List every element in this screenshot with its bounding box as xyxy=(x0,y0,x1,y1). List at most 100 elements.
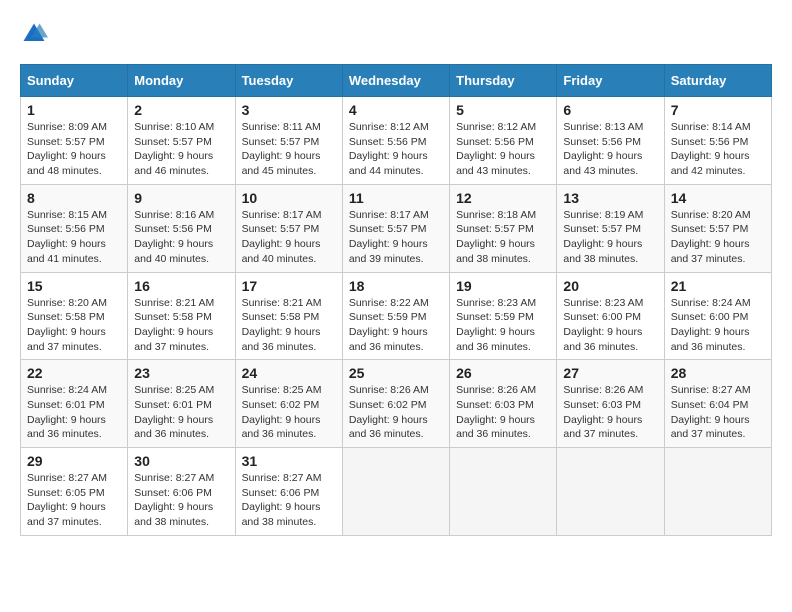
day-number: 30 xyxy=(134,453,228,469)
day-number: 5 xyxy=(456,102,550,118)
day-info: Sunrise: 8:11 AM Sunset: 5:57 PM Dayligh… xyxy=(242,120,336,179)
day-number: 17 xyxy=(242,278,336,294)
calendar-cell: 13 Sunrise: 8:19 AM Sunset: 5:57 PM Dayl… xyxy=(557,184,664,272)
day-info: Sunrise: 8:15 AM Sunset: 5:56 PM Dayligh… xyxy=(27,208,121,267)
day-number: 9 xyxy=(134,190,228,206)
day-info: Sunrise: 8:21 AM Sunset: 5:58 PM Dayligh… xyxy=(242,296,336,355)
calendar-cell: 28 Sunrise: 8:27 AM Sunset: 6:04 PM Dayl… xyxy=(664,360,771,448)
calendar-cell: 26 Sunrise: 8:26 AM Sunset: 6:03 PM Dayl… xyxy=(450,360,557,448)
calendar-header-thursday: Thursday xyxy=(450,65,557,97)
calendar-cell: 29 Sunrise: 8:27 AM Sunset: 6:05 PM Dayl… xyxy=(21,448,128,536)
calendar-cell: 1 Sunrise: 8:09 AM Sunset: 5:57 PM Dayli… xyxy=(21,97,128,185)
day-number: 15 xyxy=(27,278,121,294)
day-number: 16 xyxy=(134,278,228,294)
day-info: Sunrise: 8:25 AM Sunset: 6:01 PM Dayligh… xyxy=(134,383,228,442)
calendar-cell: 19 Sunrise: 8:23 AM Sunset: 5:59 PM Dayl… xyxy=(450,272,557,360)
day-info: Sunrise: 8:27 AM Sunset: 6:06 PM Dayligh… xyxy=(242,471,336,530)
calendar-cell: 25 Sunrise: 8:26 AM Sunset: 6:02 PM Dayl… xyxy=(342,360,449,448)
calendar-cell: 18 Sunrise: 8:22 AM Sunset: 5:59 PM Dayl… xyxy=(342,272,449,360)
calendar-header-saturday: Saturday xyxy=(664,65,771,97)
logo-icon xyxy=(20,20,48,48)
day-number: 7 xyxy=(671,102,765,118)
day-info: Sunrise: 8:26 AM Sunset: 6:02 PM Dayligh… xyxy=(349,383,443,442)
calendar-cell: 4 Sunrise: 8:12 AM Sunset: 5:56 PM Dayli… xyxy=(342,97,449,185)
calendar-header-friday: Friday xyxy=(557,65,664,97)
day-number: 21 xyxy=(671,278,765,294)
day-info: Sunrise: 8:12 AM Sunset: 5:56 PM Dayligh… xyxy=(456,120,550,179)
day-number: 29 xyxy=(27,453,121,469)
day-info: Sunrise: 8:22 AM Sunset: 5:59 PM Dayligh… xyxy=(349,296,443,355)
calendar-cell: 22 Sunrise: 8:24 AM Sunset: 6:01 PM Dayl… xyxy=(21,360,128,448)
day-number: 8 xyxy=(27,190,121,206)
calendar-row: 1 Sunrise: 8:09 AM Sunset: 5:57 PM Dayli… xyxy=(21,97,772,185)
calendar-cell: 16 Sunrise: 8:21 AM Sunset: 5:58 PM Dayl… xyxy=(128,272,235,360)
calendar-header-tuesday: Tuesday xyxy=(235,65,342,97)
day-number: 14 xyxy=(671,190,765,206)
day-number: 20 xyxy=(563,278,657,294)
calendar-header-row: SundayMondayTuesdayWednesdayThursdayFrid… xyxy=(21,65,772,97)
day-info: Sunrise: 8:12 AM Sunset: 5:56 PM Dayligh… xyxy=(349,120,443,179)
calendar-cell: 5 Sunrise: 8:12 AM Sunset: 5:56 PM Dayli… xyxy=(450,97,557,185)
day-info: Sunrise: 8:20 AM Sunset: 5:57 PM Dayligh… xyxy=(671,208,765,267)
day-number: 4 xyxy=(349,102,443,118)
day-info: Sunrise: 8:27 AM Sunset: 6:05 PM Dayligh… xyxy=(27,471,121,530)
day-number: 25 xyxy=(349,365,443,381)
day-info: Sunrise: 8:24 AM Sunset: 6:00 PM Dayligh… xyxy=(671,296,765,355)
day-info: Sunrise: 8:27 AM Sunset: 6:06 PM Dayligh… xyxy=(134,471,228,530)
calendar-cell: 8 Sunrise: 8:15 AM Sunset: 5:56 PM Dayli… xyxy=(21,184,128,272)
day-info: Sunrise: 8:14 AM Sunset: 5:56 PM Dayligh… xyxy=(671,120,765,179)
calendar-cell: 3 Sunrise: 8:11 AM Sunset: 5:57 PM Dayli… xyxy=(235,97,342,185)
calendar-row: 29 Sunrise: 8:27 AM Sunset: 6:05 PM Dayl… xyxy=(21,448,772,536)
calendar-cell xyxy=(450,448,557,536)
day-info: Sunrise: 8:16 AM Sunset: 5:56 PM Dayligh… xyxy=(134,208,228,267)
calendar-cell: 15 Sunrise: 8:20 AM Sunset: 5:58 PM Dayl… xyxy=(21,272,128,360)
calendar-cell: 6 Sunrise: 8:13 AM Sunset: 5:56 PM Dayli… xyxy=(557,97,664,185)
calendar-cell xyxy=(664,448,771,536)
calendar-cell: 21 Sunrise: 8:24 AM Sunset: 6:00 PM Dayl… xyxy=(664,272,771,360)
calendar-header-sunday: Sunday xyxy=(21,65,128,97)
day-number: 27 xyxy=(563,365,657,381)
day-number: 10 xyxy=(242,190,336,206)
calendar-cell: 12 Sunrise: 8:18 AM Sunset: 5:57 PM Dayl… xyxy=(450,184,557,272)
day-number: 31 xyxy=(242,453,336,469)
day-info: Sunrise: 8:09 AM Sunset: 5:57 PM Dayligh… xyxy=(27,120,121,179)
calendar-cell: 31 Sunrise: 8:27 AM Sunset: 6:06 PM Dayl… xyxy=(235,448,342,536)
page-header xyxy=(20,20,772,48)
day-number: 19 xyxy=(456,278,550,294)
day-info: Sunrise: 8:26 AM Sunset: 6:03 PM Dayligh… xyxy=(456,383,550,442)
calendar-cell xyxy=(342,448,449,536)
day-info: Sunrise: 8:23 AM Sunset: 5:59 PM Dayligh… xyxy=(456,296,550,355)
day-number: 1 xyxy=(27,102,121,118)
day-info: Sunrise: 8:10 AM Sunset: 5:57 PM Dayligh… xyxy=(134,120,228,179)
day-number: 2 xyxy=(134,102,228,118)
day-number: 23 xyxy=(134,365,228,381)
day-number: 6 xyxy=(563,102,657,118)
calendar-cell: 27 Sunrise: 8:26 AM Sunset: 6:03 PM Dayl… xyxy=(557,360,664,448)
calendar-table: SundayMondayTuesdayWednesdayThursdayFrid… xyxy=(20,64,772,536)
calendar-cell: 17 Sunrise: 8:21 AM Sunset: 5:58 PM Dayl… xyxy=(235,272,342,360)
calendar-cell: 11 Sunrise: 8:17 AM Sunset: 5:57 PM Dayl… xyxy=(342,184,449,272)
calendar-cell: 20 Sunrise: 8:23 AM Sunset: 6:00 PM Dayl… xyxy=(557,272,664,360)
day-number: 24 xyxy=(242,365,336,381)
calendar-cell: 7 Sunrise: 8:14 AM Sunset: 5:56 PM Dayli… xyxy=(664,97,771,185)
day-number: 3 xyxy=(242,102,336,118)
calendar-cell: 14 Sunrise: 8:20 AM Sunset: 5:57 PM Dayl… xyxy=(664,184,771,272)
calendar-cell: 2 Sunrise: 8:10 AM Sunset: 5:57 PM Dayli… xyxy=(128,97,235,185)
day-number: 22 xyxy=(27,365,121,381)
day-info: Sunrise: 8:26 AM Sunset: 6:03 PM Dayligh… xyxy=(563,383,657,442)
day-number: 18 xyxy=(349,278,443,294)
logo xyxy=(20,20,52,48)
day-info: Sunrise: 8:13 AM Sunset: 5:56 PM Dayligh… xyxy=(563,120,657,179)
day-info: Sunrise: 8:20 AM Sunset: 5:58 PM Dayligh… xyxy=(27,296,121,355)
calendar-row: 15 Sunrise: 8:20 AM Sunset: 5:58 PM Dayl… xyxy=(21,272,772,360)
day-number: 12 xyxy=(456,190,550,206)
calendar-cell: 10 Sunrise: 8:17 AM Sunset: 5:57 PM Dayl… xyxy=(235,184,342,272)
calendar-row: 8 Sunrise: 8:15 AM Sunset: 5:56 PM Dayli… xyxy=(21,184,772,272)
day-info: Sunrise: 8:23 AM Sunset: 6:00 PM Dayligh… xyxy=(563,296,657,355)
day-info: Sunrise: 8:17 AM Sunset: 5:57 PM Dayligh… xyxy=(242,208,336,267)
day-number: 26 xyxy=(456,365,550,381)
calendar-header-wednesday: Wednesday xyxy=(342,65,449,97)
day-info: Sunrise: 8:24 AM Sunset: 6:01 PM Dayligh… xyxy=(27,383,121,442)
day-info: Sunrise: 8:25 AM Sunset: 6:02 PM Dayligh… xyxy=(242,383,336,442)
calendar-row: 22 Sunrise: 8:24 AM Sunset: 6:01 PM Dayl… xyxy=(21,360,772,448)
